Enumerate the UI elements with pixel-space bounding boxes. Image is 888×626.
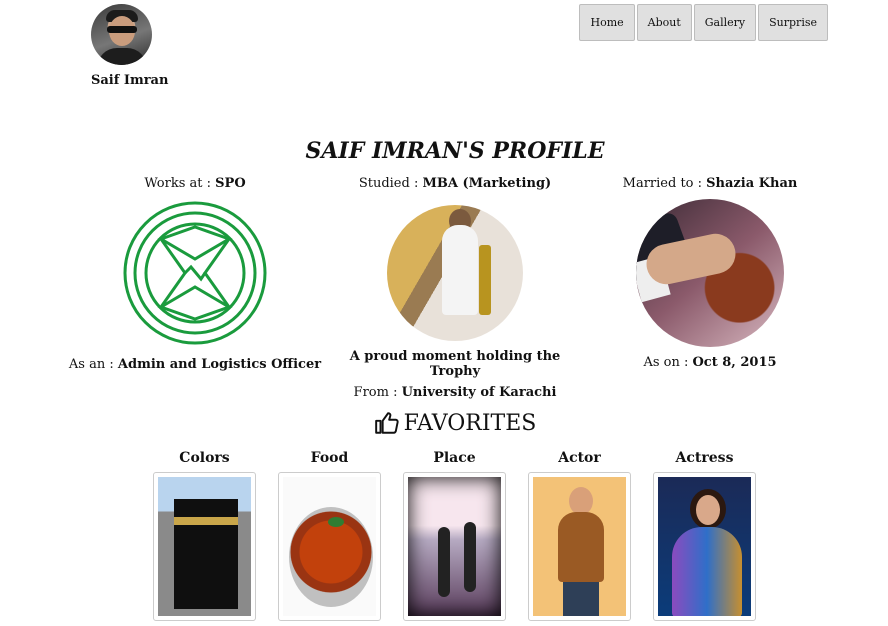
favorite-colors-image[interactable]	[153, 472, 256, 621]
favorite-food: Food	[278, 450, 381, 621]
favorite-actor: Actor	[528, 450, 631, 621]
study-section: Studied : MBA (Marketing) A proud moment…	[330, 176, 580, 400]
thumbs-up-icon	[374, 412, 399, 434]
trophy-caption: A proud moment holding the Trophy	[349, 349, 561, 379]
marriage-date: As on : Oct 8, 2015	[643, 355, 777, 370]
nav-surprise-button[interactable]: Surprise	[758, 4, 828, 41]
nav-gallery-button[interactable]: Gallery	[693, 4, 757, 41]
study-label: Studied : MBA (Marketing)	[358, 176, 552, 191]
favorite-label: Place	[433, 450, 476, 466]
marriage-section: Married to : Shazia Khan As on : Oct 8, …	[600, 176, 820, 370]
favorite-actor-image[interactable]	[528, 472, 631, 621]
spo-logo-icon	[123, 201, 267, 345]
favorite-place: Place	[403, 450, 506, 621]
favorite-place-image[interactable]	[403, 472, 506, 621]
wedding-photo	[636, 199, 784, 347]
favorite-label: Actor	[558, 450, 601, 466]
favorites-heading: FAVORITES	[0, 410, 888, 436]
nav-home-button[interactable]: Home	[579, 4, 635, 41]
work-section: Works at : SPO As an : Admin and Logisti…	[55, 176, 335, 372]
favorite-label: Food	[310, 450, 349, 466]
favorite-label: Colors	[179, 450, 230, 466]
favorite-food-image[interactable]	[278, 472, 381, 621]
page-title: SAIF IMRAN'S PROFILE	[305, 138, 605, 164]
work-role: As an : Admin and Logistics Officer	[68, 357, 322, 372]
main-nav: Home About Gallery Surprise	[579, 4, 828, 41]
favorites-title: FAVORITES	[403, 410, 537, 436]
marriage-label: Married to : Shazia Khan	[622, 176, 798, 191]
nav-about-button[interactable]: About	[636, 4, 692, 41]
study-from: From : University of Karachi	[353, 385, 557, 400]
trophy-photo	[387, 205, 523, 341]
favorite-label: Actress	[675, 450, 734, 466]
work-label: Works at : SPO	[144, 176, 246, 191]
favorite-colors: Colors	[153, 450, 256, 621]
favorite-actress: Actress	[653, 450, 756, 621]
profile-avatar	[91, 4, 152, 65]
favorite-actress-image[interactable]	[653, 472, 756, 621]
spo-logo	[121, 199, 269, 347]
site-name: Saif Imran	[91, 73, 169, 88]
favorites-list: Colors Food Place Actor Actress	[153, 450, 756, 621]
